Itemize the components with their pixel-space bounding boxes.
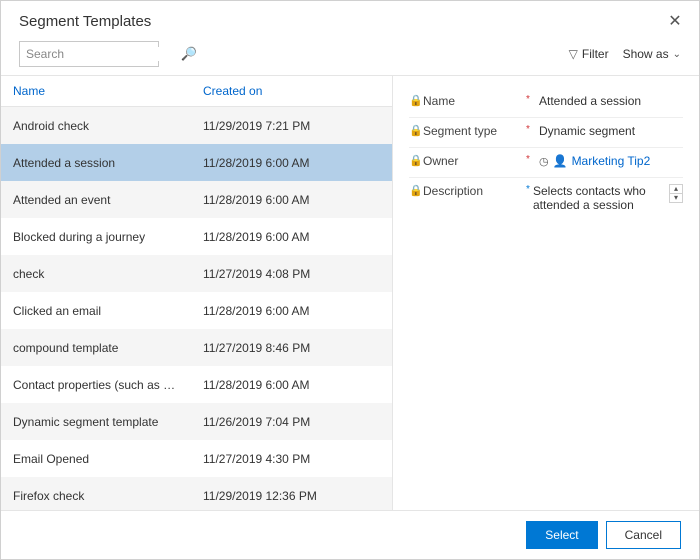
description-spinner[interactable]: ▴ ▾ <box>669 184 683 203</box>
field-label: Owner <box>423 154 523 168</box>
required-marker: * <box>523 154 533 165</box>
field-description: 🔒 Description * Selects contacts who att… <box>409 178 683 218</box>
field-label: Name <box>423 94 523 108</box>
field-label: Description <box>423 184 523 198</box>
cell-name: compound template <box>1 341 191 355</box>
owner-link[interactable]: Marketing Tip2 <box>572 154 651 168</box>
cell-created: 11/28/2019 6:00 AM <box>191 304 392 318</box>
table-row[interactable]: Blocked during a journey11/28/2019 6:00 … <box>1 218 392 255</box>
cell-created: 11/27/2019 8:46 PM <box>191 341 392 355</box>
filter-icon: ▽ <box>569 47 578 61</box>
description-box[interactable]: Selects contacts who attended a session … <box>533 184 683 212</box>
table-row[interactable]: Contact properties (such as by city)11/2… <box>1 366 392 403</box>
field-value-type[interactable]: Dynamic segment <box>533 124 683 138</box>
cell-created: 11/28/2019 6:00 AM <box>191 230 392 244</box>
lock-icon: 🔒 <box>409 184 423 197</box>
toolbar: 🔍 ▽ Filter Show as ⌄ <box>1 37 699 75</box>
cell-name: Blocked during a journey <box>1 230 191 244</box>
column-header-created[interactable]: Created on <box>191 76 392 106</box>
field-owner: 🔒 Owner * ◷ 👤 Marketing Tip2 <box>409 148 683 178</box>
cell-name: Email Opened <box>1 452 191 466</box>
cell-name: Android check <box>1 119 191 133</box>
filter-label: Filter <box>582 47 609 61</box>
toolbar-right: ▽ Filter Show as ⌄ <box>569 47 681 61</box>
dialog-body: Name Created on Android check11/29/2019 … <box>1 75 699 510</box>
lock-icon: 🔒 <box>409 154 423 167</box>
show-as-label: Show as <box>623 47 669 61</box>
field-segment-type: 🔒 Segment type * Dynamic segment <box>409 118 683 148</box>
cell-name: Firefox check <box>1 489 191 503</box>
search-box[interactable]: 🔍 <box>19 41 159 67</box>
required-marker: * <box>523 94 533 105</box>
table-row[interactable]: Clicked an email11/28/2019 6:00 AM <box>1 292 392 329</box>
cell-name: Attended a session <box>1 156 191 170</box>
field-value-name[interactable]: Attended a session <box>533 94 683 108</box>
template-grid: Name Created on Android check11/29/2019 … <box>1 76 393 510</box>
table-row[interactable]: check11/27/2019 4:08 PM <box>1 255 392 292</box>
column-header-name[interactable]: Name <box>1 76 191 106</box>
dialog-footer: Select Cancel <box>1 510 699 559</box>
person-icon: 👤 <box>553 154 568 168</box>
chevron-down-icon: ⌄ <box>673 49 681 60</box>
cell-name: Attended an event <box>1 193 191 207</box>
table-row[interactable]: Email Opened11/27/2019 4:30 PM <box>1 440 392 477</box>
table-row[interactable]: Android check11/29/2019 7:21 PM <box>1 107 392 144</box>
cancel-button[interactable]: Cancel <box>606 521 681 549</box>
cell-created: 11/28/2019 6:00 AM <box>191 193 392 207</box>
spinner-down-icon[interactable]: ▾ <box>670 194 682 202</box>
table-row[interactable]: Attended a session11/28/2019 6:00 AM <box>1 144 392 181</box>
required-marker: * <box>523 184 533 195</box>
lock-icon: 🔒 <box>409 94 423 107</box>
grid-body[interactable]: Android check11/29/2019 7:21 PMAttended … <box>1 107 392 510</box>
field-name: 🔒 Name * Attended a session <box>409 88 683 118</box>
cell-created: 11/29/2019 7:21 PM <box>191 119 392 133</box>
field-value-owner[interactable]: ◷ 👤 Marketing Tip2 <box>533 154 683 168</box>
grid-header: Name Created on <box>1 76 392 107</box>
search-input[interactable] <box>26 47 181 61</box>
close-icon[interactable]: ✕ <box>665 11 685 31</box>
table-row[interactable]: compound template11/27/2019 8:46 PM <box>1 329 392 366</box>
segment-templates-dialog: Segment Templates ✕ 🔍 ▽ Filter Show as ⌄… <box>0 0 700 560</box>
dialog-header: Segment Templates ✕ <box>1 1 699 37</box>
details-pane: 🔒 Name * Attended a session 🔒 Segment ty… <box>393 76 699 510</box>
field-value-description[interactable]: Selects contacts who attended a session <box>533 184 665 212</box>
select-button[interactable]: Select <box>526 521 597 549</box>
cell-name: Dynamic segment template <box>1 415 191 429</box>
clock-icon: ◷ <box>539 155 549 168</box>
table-row[interactable]: Firefox check11/29/2019 12:36 PM <box>1 477 392 510</box>
filter-button[interactable]: ▽ Filter <box>569 47 609 61</box>
cell-created: 11/26/2019 7:04 PM <box>191 415 392 429</box>
dialog-title: Segment Templates <box>19 13 151 30</box>
field-label: Segment type <box>423 124 523 138</box>
cell-created: 11/29/2019 12:36 PM <box>191 489 392 503</box>
cell-name: check <box>1 267 191 281</box>
cell-created: 11/27/2019 4:30 PM <box>191 452 392 466</box>
cell-created: 11/28/2019 6:00 AM <box>191 378 392 392</box>
show-as-dropdown[interactable]: Show as ⌄ <box>623 47 681 61</box>
lock-icon: 🔒 <box>409 124 423 137</box>
cell-created: 11/28/2019 6:00 AM <box>191 156 392 170</box>
required-marker: * <box>523 124 533 135</box>
table-row[interactable]: Attended an event11/28/2019 6:00 AM <box>1 181 392 218</box>
cell-name: Clicked an email <box>1 304 191 318</box>
cell-name: Contact properties (such as by city) <box>1 378 191 392</box>
cell-created: 11/27/2019 4:08 PM <box>191 267 392 281</box>
table-row[interactable]: Dynamic segment template11/26/2019 7:04 … <box>1 403 392 440</box>
search-icon[interactable]: 🔍 <box>181 46 197 62</box>
